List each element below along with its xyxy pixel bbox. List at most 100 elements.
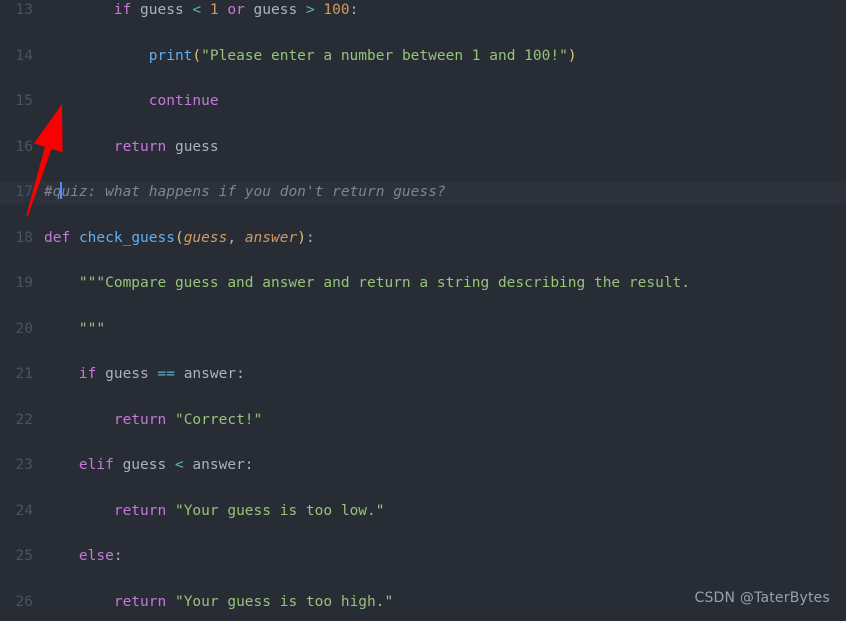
code-line[interactable]: 15 continue	[0, 90, 846, 113]
code-line-content[interactable]: return guess	[44, 136, 219, 159]
line-number: 23	[15, 457, 33, 473]
code-line[interactable]: 17 #quiz: what happens if you don't retur…	[0, 181, 846, 204]
code-token: :	[349, 2, 359, 18]
code-line-content[interactable]: return "Your guess is too low."	[44, 500, 385, 523]
code-token: :	[305, 229, 315, 246]
code-token: elif	[78, 457, 114, 473]
code-token: return	[113, 411, 167, 428]
code-line-content[interactable]: """Compare guess and answer and return a…	[44, 272, 690, 295]
code-line[interactable]: 25 else:	[0, 545, 846, 568]
line-number: 17	[15, 184, 33, 200]
code-token: return	[113, 502, 167, 519]
code-token: return	[113, 138, 167, 155]
line-number: 19	[15, 275, 33, 291]
code-token: )	[297, 229, 306, 246]
code-token: "Correct!"	[174, 411, 263, 428]
code-token: if	[113, 2, 132, 18]
code-token: def	[44, 229, 71, 246]
code-line-content[interactable]: return "Your guess is too high."	[44, 591, 393, 614]
line-number: 16	[15, 138, 33, 155]
code-line-content[interactable]: elif guess < answer:	[44, 454, 254, 477]
code-token: >	[305, 2, 315, 18]
code-token: guess	[183, 229, 228, 246]
code-token: :	[113, 548, 123, 564]
line-number: 26	[15, 593, 33, 610]
code-token: ==	[157, 366, 175, 382]
code-line[interactable]: 23 elif guess < answer:	[0, 454, 846, 477]
code-token: <	[192, 2, 202, 18]
code-line[interactable]: 14 print("Please enter a number between …	[0, 45, 846, 68]
code-token: guess	[113, 457, 175, 473]
code-token: "Your guess is too high."	[174, 593, 394, 610]
line-number: 22	[15, 411, 33, 428]
code-token: 1	[209, 2, 219, 18]
code-token: if	[78, 366, 97, 382]
code-line-content[interactable]: if guess == answer:	[44, 363, 245, 386]
code-line-content[interactable]: print("Please enter a number between 1 a…	[44, 45, 577, 68]
code-token: (	[192, 47, 202, 64]
line-number: 24	[15, 502, 33, 519]
line-number: 20	[15, 320, 33, 337]
code-token: )	[567, 47, 577, 64]
code-token: :	[236, 366, 245, 382]
code-token: #q	[44, 184, 62, 200]
code-token: or	[227, 2, 245, 18]
code-token: return	[113, 593, 167, 610]
code-token: ,	[227, 229, 245, 246]
code-line-content[interactable]: if guess < 1 or guess > 100:	[44, 0, 359, 22]
code-token: <	[174, 457, 184, 473]
code-line[interactable]: 21 if guess == answer:	[0, 363, 846, 386]
code-token: answer	[174, 366, 237, 382]
code-line-content[interactable]: else:	[44, 545, 123, 568]
code-lines-container[interactable]: 13 if guess < 1 or guess > 100: 14 print(…	[0, 0, 846, 621]
line-number: 15	[15, 93, 33, 109]
code-token: (	[174, 229, 184, 246]
code-token: guess	[96, 366, 158, 382]
code-line-content[interactable]: continue	[44, 90, 219, 113]
code-token: answer	[183, 457, 245, 473]
code-line[interactable]: 22 return "Correct!"	[0, 409, 846, 432]
code-token: """	[78, 320, 106, 337]
line-number: 13	[15, 2, 33, 18]
code-token: else	[78, 548, 114, 564]
code-token: guess	[131, 2, 193, 18]
code-line[interactable]: 20 """	[0, 318, 846, 341]
code-line-content[interactable]: #quiz: what happens if you don't return …	[44, 181, 446, 204]
code-token: check_guess	[78, 229, 175, 246]
line-number: 18	[15, 229, 33, 246]
line-number: 25	[15, 548, 33, 564]
code-line[interactable]: 19 """Compare guess and answer and retur…	[0, 272, 846, 295]
code-token: continue	[148, 93, 219, 109]
code-token: guess	[244, 2, 306, 18]
code-token: "Your guess is too low."	[174, 502, 385, 519]
code-line[interactable]: 24 return "Your guess is too low."	[0, 500, 846, 523]
code-token: 100	[323, 2, 350, 18]
code-token: "Please enter a number between 1 and 100…	[201, 47, 568, 64]
code-token: uiz: what happens if you don't return gu…	[61, 184, 446, 200]
code-editor[interactable]: 13 if guess < 1 or guess > 100: 14 print(…	[0, 0, 846, 621]
line-number: 21	[15, 366, 33, 382]
code-line[interactable]: 13 if guess < 1 or guess > 100:	[0, 0, 846, 22]
code-line[interactable]: 18 def check_guess(guess, answer):	[0, 227, 846, 250]
code-line-content[interactable]: """	[44, 318, 105, 341]
code-line-content[interactable]: return "Correct!"	[44, 409, 262, 432]
code-line[interactable]: 16 return guess	[0, 136, 846, 159]
code-line-content[interactable]: def check_guess(guess, answer):	[44, 227, 315, 250]
code-token: answer	[244, 229, 298, 246]
watermark-text: CSDN @TaterBytes	[694, 590, 830, 606]
